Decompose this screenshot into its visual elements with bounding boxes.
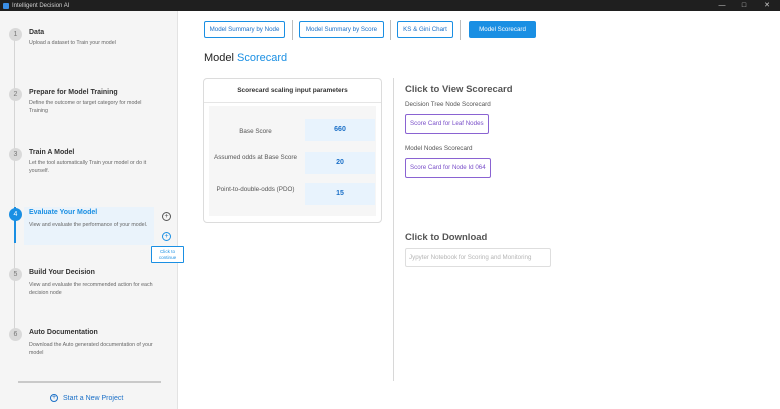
- tab-divider: [292, 20, 293, 40]
- tab-model-summary-score[interactable]: Model Summary by Score: [299, 21, 384, 38]
- decision-tree-label: Decision Tree Node Scorecard: [405, 101, 491, 108]
- step-title: Data: [29, 29, 45, 36]
- base-score-value[interactable]: 660: [305, 119, 375, 141]
- sidebar-divider: [18, 381, 161, 383]
- step-desc: Upload a dataset to Train your model: [29, 40, 116, 46]
- scaling-params-card: Scorecard scaling input parameters Base …: [203, 78, 382, 223]
- page-title: Model Scorecard: [204, 52, 288, 64]
- model-nodes-label: Model Nodes Scorecard: [405, 145, 473, 152]
- maximize-icon[interactable]: □: [733, 0, 755, 11]
- step-title: Prepare for Model Training: [29, 89, 118, 96]
- assumed-odds-value[interactable]: 20: [305, 152, 375, 174]
- step-title: Evaluate Your Model: [29, 209, 98, 216]
- step-desc: Define the outcome or target category fo…: [29, 100, 142, 114]
- continue-tooltip[interactable]: Click to continue: [151, 246, 184, 263]
- step-desc: View and evaluate the recommended action…: [29, 282, 153, 296]
- step-title: Build Your Decision: [29, 269, 95, 276]
- tab-divider: [460, 20, 461, 40]
- continue-icon[interactable]: +: [162, 232, 171, 241]
- close-icon[interactable]: ✕: [756, 0, 778, 11]
- plus-icon: +: [50, 394, 58, 402]
- step-number: 6: [9, 328, 22, 341]
- tab-ks-gini[interactable]: KS & Gini Chart: [397, 21, 453, 38]
- node-scorecard-button[interactable]: Score Card for Node Id 064: [405, 158, 491, 178]
- step-title: Train A Model: [29, 149, 75, 156]
- leaf-nodes-scorecard-button[interactable]: Score Card for Leaf Nodes: [405, 114, 489, 134]
- window-titlebar: Intelligent Decision AI — □ ✕: [0, 0, 780, 11]
- tab-model-scorecard[interactable]: Model Scorecard: [469, 21, 536, 38]
- expand-step-icon[interactable]: +: [162, 212, 171, 221]
- param-label: Assumed odds at Base Score: [214, 154, 297, 161]
- view-scorecard-title: Click to View Scorecard: [405, 84, 513, 95]
- step-desc: View and evaluate the performance of you…: [29, 222, 148, 228]
- panel-divider: [393, 78, 394, 381]
- pdo-value[interactable]: 15: [305, 183, 375, 205]
- param-label: Point-to-double-odds (PDO): [216, 186, 295, 193]
- tab-divider: [390, 20, 391, 40]
- step-number: 3: [9, 148, 22, 161]
- param-label: Base Score: [239, 128, 272, 135]
- new-project-button[interactable]: + Start a New Project: [50, 394, 123, 402]
- step-number: 1: [9, 28, 22, 41]
- minimize-icon[interactable]: —: [711, 0, 733, 11]
- window-title: Intelligent Decision AI: [12, 2, 70, 9]
- step-number: 5: [9, 268, 22, 281]
- download-title: Click to Download: [405, 232, 488, 243]
- step-number: 2: [9, 88, 22, 101]
- progress-rail: [14, 34, 15, 334]
- params-panel: Base Score 660 Assumed odds at Base Scor…: [209, 106, 376, 216]
- tab-model-summary-node[interactable]: Model Summary by Node: [204, 21, 285, 38]
- step-title: Auto Documentation: [29, 329, 98, 336]
- step-desc: Let the tool automatically Train your mo…: [29, 160, 147, 174]
- card-header: Scorecard scaling input parameters: [204, 79, 381, 103]
- new-project-label: Start a New Project: [63, 394, 124, 402]
- step-desc: Download the Auto generated documentatio…: [29, 342, 153, 356]
- step-number: 4: [9, 208, 22, 221]
- app-logo-icon: [3, 2, 9, 9]
- notebook-download-button[interactable]: Jypyter Notebook for Scoring and Monitor…: [405, 248, 551, 267]
